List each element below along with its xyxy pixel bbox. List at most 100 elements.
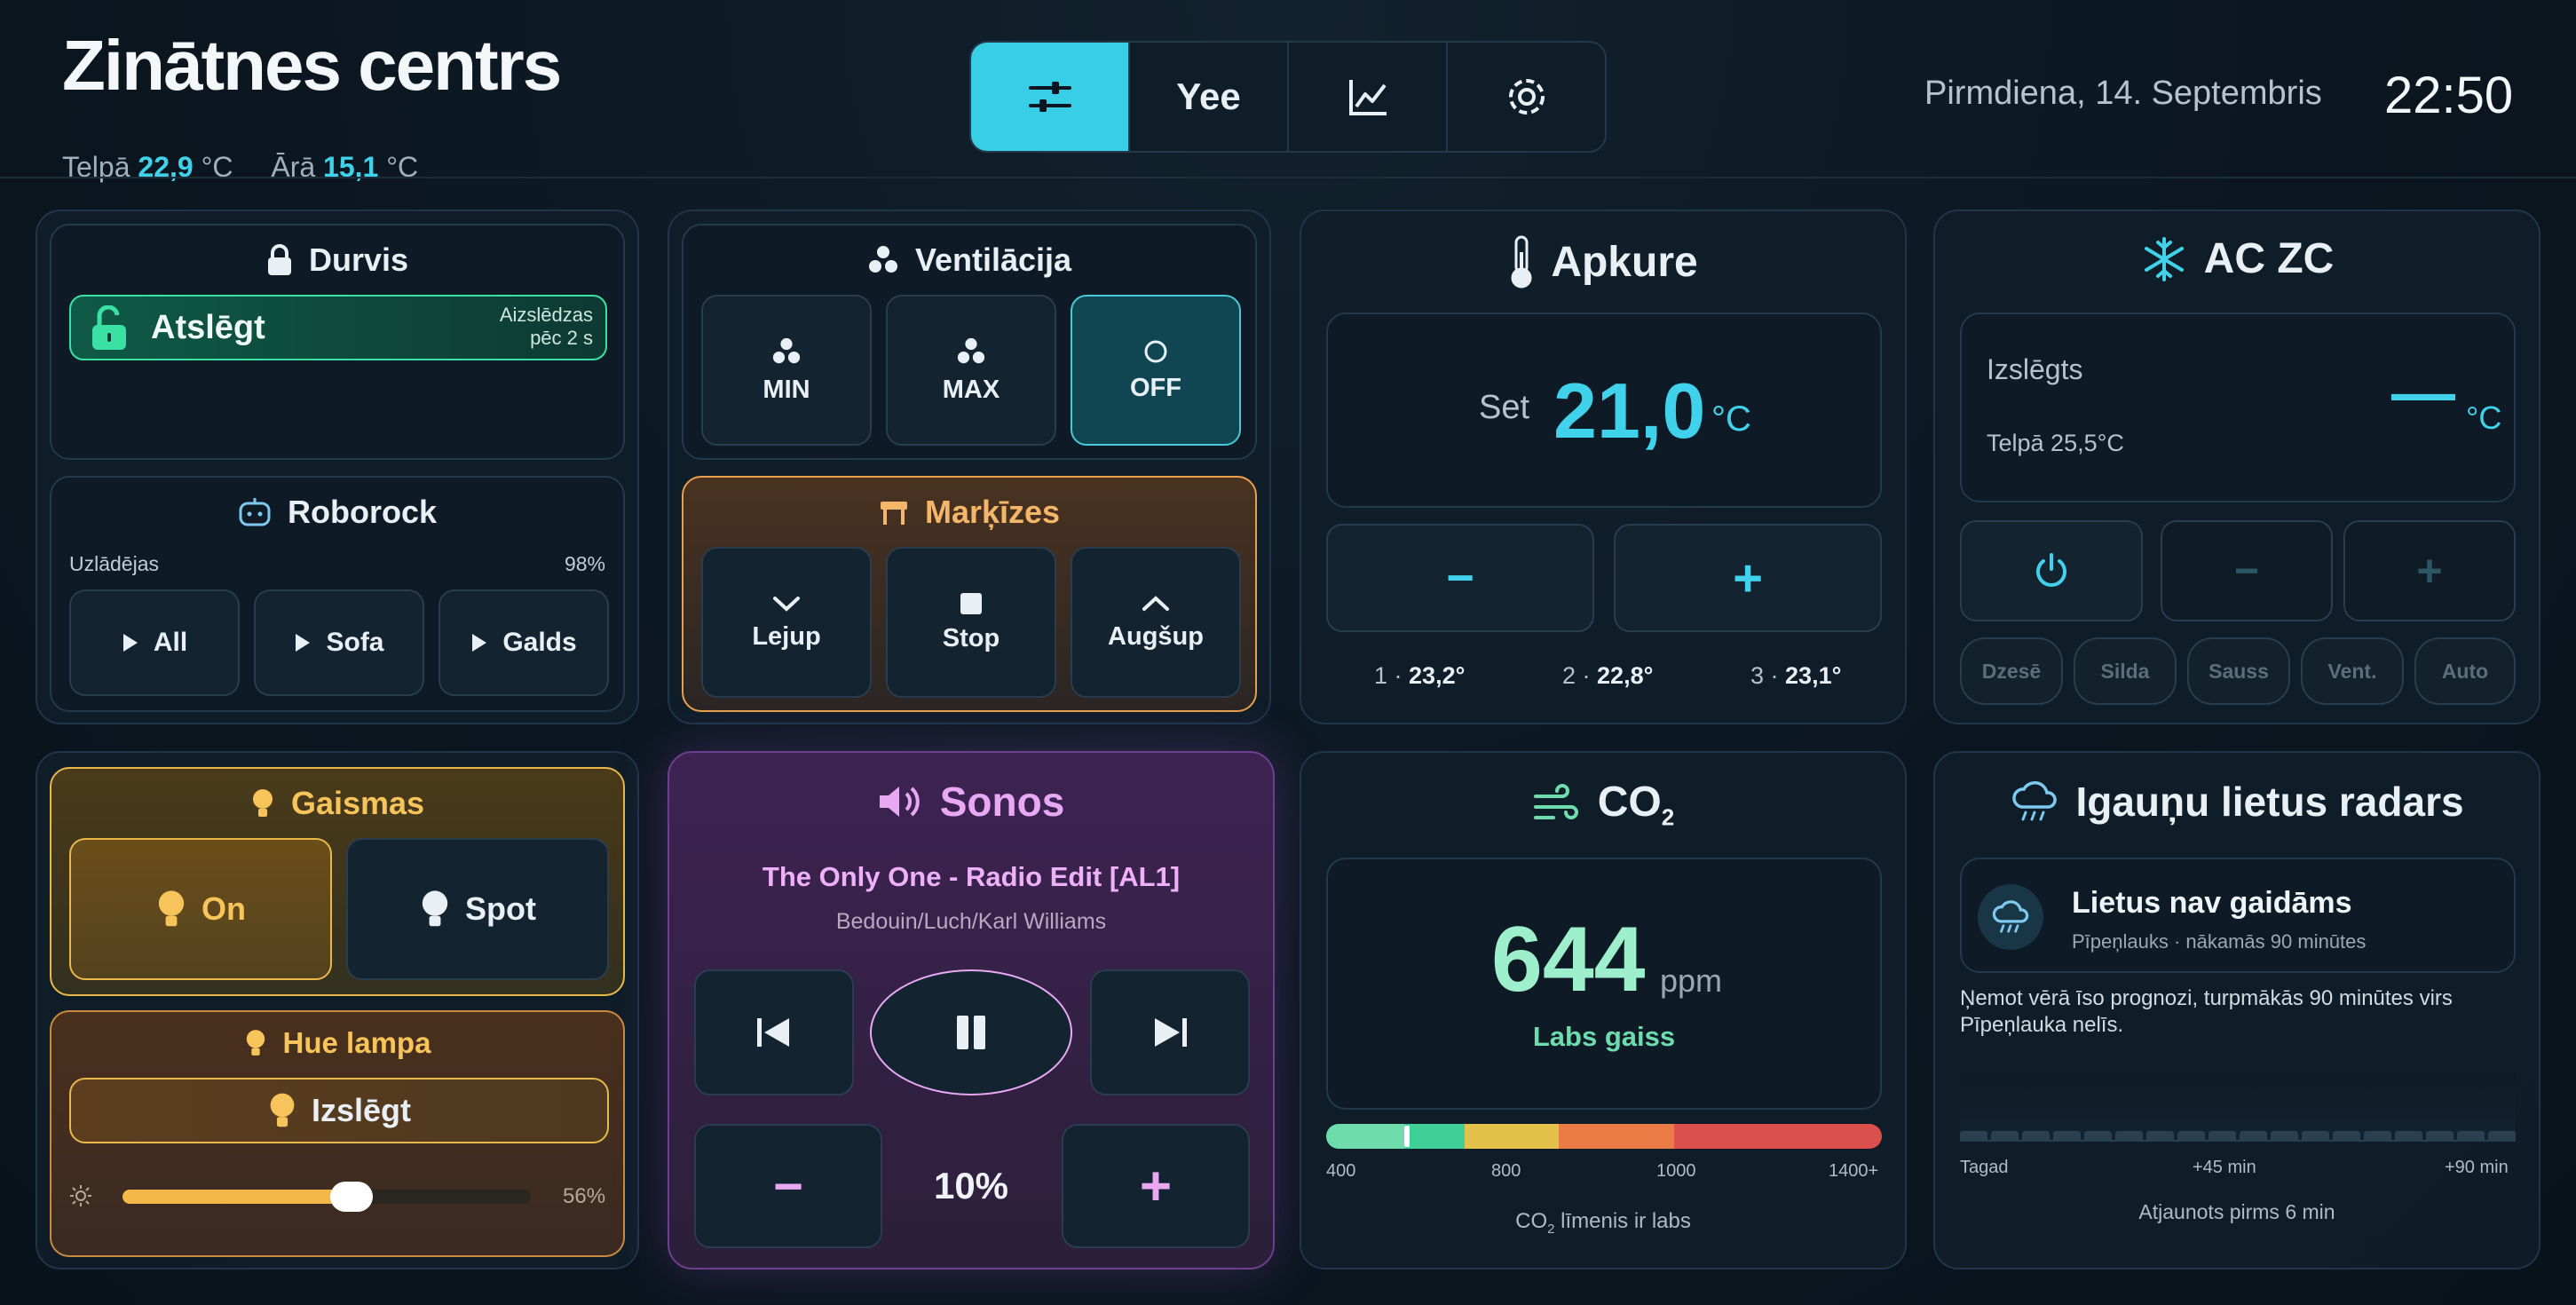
- bulb-icon: [246, 1030, 265, 1056]
- sun-icon: [70, 1185, 91, 1206]
- vent-off-button[interactable]: OFF: [1071, 295, 1241, 446]
- gear-icon: [1508, 79, 1545, 115]
- radar-bar: [2395, 1131, 2422, 1140]
- ac-unit: °C: [2466, 399, 2502, 436]
- ac-title: AC ZC: [1935, 234, 2539, 283]
- play-icon: [472, 634, 487, 652]
- next-track-button[interactable]: [1090, 969, 1250, 1095]
- radar-bar: [2426, 1131, 2454, 1140]
- radar-description: Ņemot vērā īso prognozi, turpmākās 90 mi…: [1960, 986, 2453, 1037]
- co2-segment-bad: [1674, 1124, 1882, 1149]
- radar-bar: [2302, 1131, 2329, 1140]
- awning-icon: [880, 502, 907, 525]
- lighting-card: Gaismas On Spot Hue lampa Izslēgt 56%: [36, 751, 639, 1269]
- radar-bar: [2333, 1131, 2360, 1140]
- sonos-card: Sonos The Only One - Radio Edit [AL1] Be…: [668, 751, 1275, 1269]
- radar-bar: [1991, 1131, 2019, 1140]
- lights-on-button[interactable]: On: [69, 838, 332, 980]
- previous-track-button[interactable]: [694, 969, 854, 1095]
- robot-icon: [239, 498, 271, 526]
- sonos-title: Sonos: [669, 778, 1273, 826]
- lights-spot-button[interactable]: Spot: [346, 838, 609, 980]
- brightness-slider-thumb[interactable]: [329, 1182, 373, 1212]
- radar-status-badge: [1978, 884, 2043, 950]
- speaker-icon: [879, 787, 920, 817]
- roborock-clean-all-button[interactable]: All: [69, 589, 240, 696]
- ac-status-panel: Izslēgts Telpā 25,5°C — °C: [1960, 312, 2516, 502]
- roborock-clean-galds-button[interactable]: Galds: [439, 589, 609, 696]
- roborock-clean-sofa-button[interactable]: Sofa: [254, 589, 424, 696]
- unlock-icon: [92, 305, 126, 350]
- radar-bar: [2488, 1131, 2516, 1140]
- roborock-panel: Roborock Uzlādējas 98% All Sofa Galds: [50, 476, 625, 712]
- door-title: Durvis: [51, 241, 623, 279]
- ac-minus-button[interactable]: −: [2161, 520, 2333, 621]
- climate-card: Ventilācija MIN MAX OFF Marķīzes Lejup S…: [668, 210, 1271, 724]
- stop-icon: [960, 592, 982, 614]
- nav-settings-button[interactable]: [1448, 43, 1605, 151]
- setpoint-unit: °C: [1711, 399, 1751, 439]
- nav-controls-button[interactable]: [971, 43, 1130, 151]
- ac-mode-heat[interactable]: Silda: [2074, 637, 2177, 705]
- co2-footer: CO2 līmenis ir labs: [1515, 1209, 1691, 1237]
- play-icon: [122, 634, 138, 652]
- unlock-button[interactable]: Atslēgt Aizslēdzas pēc 2 s: [69, 295, 607, 360]
- radar-bar: [2209, 1131, 2236, 1140]
- ac-plus-button[interactable]: +: [2343, 520, 2516, 621]
- radar-title: Igauņu lietus radars: [1935, 778, 2539, 826]
- hue-title: Hue lampa: [51, 1026, 623, 1060]
- volume-down-button[interactable]: −: [694, 1124, 882, 1248]
- brightness-slider-track[interactable]: [122, 1182, 531, 1212]
- play-pause-button[interactable]: [870, 969, 1072, 1095]
- ac-mode-cool[interactable]: Dzesē: [1960, 637, 2063, 705]
- ac-mode-fan[interactable]: Vent.: [2301, 637, 2404, 705]
- unlock-label: Atslēgt: [151, 309, 265, 346]
- ac-power-button[interactable]: [1960, 520, 2143, 621]
- volume-up-button[interactable]: +: [1062, 1124, 1250, 1248]
- temperature-summary: Telpā 22,9 °C Ārā 15,1 °C: [62, 151, 418, 184]
- vent-max-button[interactable]: MAX: [886, 295, 1056, 446]
- air-quality-label: Labs gaiss: [1532, 1021, 1676, 1052]
- ac-mode-dry[interactable]: Sauss: [2187, 637, 2290, 705]
- lights-title: Gaismas: [51, 785, 623, 822]
- zone-2-temp: 2 · 22,8°: [1562, 662, 1654, 689]
- co2-scale-bar: [1326, 1124, 1882, 1149]
- roborock-battery: 98%: [564, 552, 605, 575]
- radar-bar: [2240, 1131, 2267, 1140]
- header-divider: [0, 177, 2576, 178]
- awning-down-button[interactable]: Lejup: [701, 547, 872, 698]
- radar-baseline: [1960, 1140, 2516, 1142]
- lock-icon: [267, 244, 291, 275]
- co2-unit: ppm: [1660, 962, 1723, 999]
- vent-min-button[interactable]: MIN: [701, 295, 872, 446]
- radar-bar: [2271, 1131, 2298, 1140]
- fan-icon: [772, 337, 801, 363]
- awning-stop-button[interactable]: Stop: [886, 547, 1056, 698]
- nav-chart-button[interactable]: [1289, 43, 1448, 151]
- ac-state: Izslēgts: [1987, 353, 2083, 385]
- heating-plus-button[interactable]: +: [1614, 524, 1882, 632]
- bulb-icon: [158, 890, 185, 927]
- awning-up-button[interactable]: Augšup: [1071, 547, 1241, 698]
- hue-toggle-button[interactable]: Izslēgt: [69, 1078, 609, 1143]
- heating-minus-button[interactable]: −: [1326, 524, 1594, 632]
- lights-panel: Gaismas On Spot: [50, 767, 625, 996]
- track-artist: Bedouin/Luch/Karl Williams: [835, 909, 1107, 934]
- heating-card: Apkure Set 21,0 °C − + 1 · 23,2° 2 · 22,…: [1300, 210, 1907, 724]
- wind-icon: [1533, 784, 1578, 820]
- fan-icon: [868, 246, 897, 273]
- bulb-icon: [422, 890, 448, 927]
- autolock-note: Aizslēdzas pēc 2 s: [499, 304, 593, 349]
- skip-next-icon: [1155, 1018, 1187, 1047]
- co2-reading-panel: 644 ppm Labs gaiss: [1326, 858, 1882, 1110]
- radar-bar: [2084, 1131, 2112, 1140]
- co2-segment-good: [1404, 1124, 1465, 1149]
- ventilation-panel: Ventilācija MIN MAX OFF: [682, 224, 1257, 460]
- co2-marker: [1404, 1126, 1410, 1147]
- radar-bar: [2364, 1131, 2391, 1140]
- radar-axis-45: +45 min: [2193, 1158, 2256, 1177]
- nav-yee-button[interactable]: Yee: [1130, 43, 1289, 151]
- radar-bar: [2053, 1131, 2081, 1140]
- ac-mode-auto[interactable]: Auto: [2414, 637, 2516, 705]
- co2-value: 644: [1491, 908, 1646, 1011]
